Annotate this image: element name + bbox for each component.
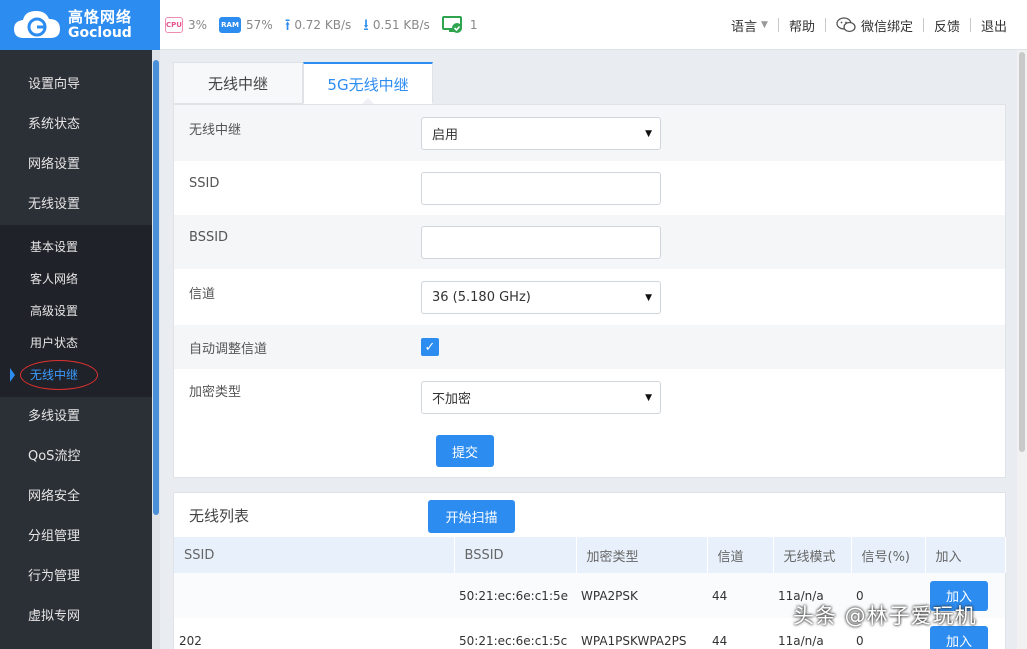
tab-5g-wireless-repeater[interactable]: 5G无线中继 xyxy=(303,62,433,104)
upload-arrow-icon: ⭱ xyxy=(284,15,291,34)
download-stat: ⭳ 0.51 KB/s xyxy=(363,17,430,33)
sidebar-item-network-settings[interactable]: 网络设置 xyxy=(0,145,152,185)
brand-logo[interactable]: 高恪网络 Gocloud xyxy=(0,0,160,50)
column-header-join: 加入 xyxy=(925,537,1006,573)
cell-channel: 44 xyxy=(707,573,773,618)
bssid-label: BSSID xyxy=(189,229,229,245)
wireless-submenu: 基本设置 客人网络 高级设置 用户状态 无线中继 xyxy=(0,225,152,397)
ram-value: 57% xyxy=(246,18,273,32)
auto-channel-checkbox[interactable]: ✓ xyxy=(421,338,439,356)
help-link[interactable]: 帮助 xyxy=(779,16,825,35)
dropdown-arrow-icon: ▼ xyxy=(645,392,652,403)
cloud-logo-icon xyxy=(14,11,60,38)
watermark: 头条 @林子爱玩机 xyxy=(793,604,977,628)
brand-name-en: Gocloud xyxy=(68,24,132,41)
sidebar-subitem-guest[interactable]: 客人网络 xyxy=(0,263,152,295)
monitor-check-icon xyxy=(441,16,462,33)
download-arrow-icon: ⭳ xyxy=(363,15,369,34)
page-scroll-thumb[interactable] xyxy=(1019,52,1025,452)
sidebar: 设置向导 系统状态 网络设置 无线设置 基本设置 客人网络 高级设置 用户状态 … xyxy=(0,50,152,649)
wireless-list-title: 无线列表 xyxy=(189,506,250,525)
encryption-row: 加密类型 不加密 ▼ xyxy=(174,369,1005,425)
channel-row: 信道 36 (5.180 GHz) ▼ xyxy=(174,269,1005,325)
ssid-input[interactable] xyxy=(421,171,661,205)
upload-value: 0.72 KB/s xyxy=(294,18,352,32)
auto-channel-row: 自动调整信道 ✓ xyxy=(174,325,1005,369)
dropdown-arrow-icon: ▼ xyxy=(645,128,652,139)
devices-stat[interactable]: 1 xyxy=(441,16,478,34)
cell-bssid: 50:21:ec:6e:c1:5c xyxy=(454,618,576,649)
sidebar-item-vpn[interactable]: 虚拟专网 xyxy=(0,597,152,637)
upload-stat: ⭱ 0.72 KB/s xyxy=(285,17,352,33)
sidebar-item-qos[interactable]: QoS流控 xyxy=(0,437,152,477)
cpu-value: 3% xyxy=(188,18,208,32)
logout-link[interactable]: 退出 xyxy=(971,16,1017,35)
sidebar-subitem-advanced[interactable]: 高级设置 xyxy=(0,295,152,327)
column-header-signal[interactable]: 信号(%) xyxy=(851,537,926,573)
tab-wireless-repeater[interactable]: 无线中继 xyxy=(173,62,303,104)
top-bar: 高恪网络 Gocloud CPU 3% RAM 57% ⭱ 0.72 KB/s … xyxy=(0,0,1027,50)
sidebar-scrollbar[interactable] xyxy=(152,50,160,649)
channel-label: 信道 xyxy=(189,286,216,302)
sidebar-subitem-repeater[interactable]: 无线中继 xyxy=(0,359,152,391)
wireless-list-table: SSID BSSID 加密类型 信道 无线模式 信号(%) 加入 50:21:e… xyxy=(174,537,1006,649)
ssid-label: SSID xyxy=(189,175,220,191)
cell-ssid: 202 xyxy=(174,618,454,649)
system-stats: CPU 3% RAM 57% ⭱ 0.72 KB/s ⭳ 0.51 KB/s 1 xyxy=(165,0,489,50)
sidebar-item-system-status[interactable]: 系统状态 xyxy=(0,105,152,145)
repeater-label: 无线中继 xyxy=(189,122,242,138)
encryption-select[interactable]: 不加密 ▼ xyxy=(421,380,661,414)
bssid-input[interactable] xyxy=(421,225,661,259)
repeater-form: 无线中继 启用 ▼ SSID BSSID 信道 36 (5.180 GHz) ▼… xyxy=(173,104,1006,478)
submit-button[interactable]: 提交 xyxy=(436,435,494,467)
dropdown-arrow-icon: ▼ xyxy=(645,292,652,303)
sidebar-item-security[interactable]: 网络安全 xyxy=(0,477,152,517)
cell-encryption: WPA2PSK xyxy=(576,573,707,618)
table-header: SSID BSSID 加密类型 信道 无线模式 信号(%) 加入 xyxy=(174,537,1006,573)
red-highlight-circle xyxy=(20,360,98,390)
cell-channel: 44 xyxy=(707,618,773,649)
cell-encryption: WPA1PSKWPA2PS xyxy=(576,618,707,649)
column-header-ssid[interactable]: SSID xyxy=(174,537,455,573)
cell-bssid: 50:21:ec:6e:c1:5e xyxy=(454,573,576,618)
cpu-icon: CPU xyxy=(165,17,183,33)
sidebar-item-groups[interactable]: 分组管理 xyxy=(0,517,152,557)
sidebar-subitem-basic[interactable]: 基本设置 xyxy=(0,231,152,263)
channel-select[interactable]: 36 (5.180 GHz) ▼ xyxy=(421,280,661,314)
ram-icon: RAM xyxy=(219,17,242,33)
wechat-bind-link[interactable]: 微信绑定 xyxy=(826,16,923,35)
column-header-mode[interactable]: 无线模式 xyxy=(773,537,852,573)
language-menu[interactable]: 语言 ▼ xyxy=(721,16,778,35)
ram-stat: RAM 57% xyxy=(219,17,273,33)
cpu-stat: CPU 3% xyxy=(165,17,207,33)
sidebar-item-behavior[interactable]: 行为管理 xyxy=(0,557,152,597)
sidebar-scroll-thumb[interactable] xyxy=(153,60,159,515)
page-scrollbar[interactable] xyxy=(1017,50,1027,649)
feedback-link[interactable]: 反馈 xyxy=(924,16,970,35)
auto-channel-label: 自动调整信道 xyxy=(189,341,268,357)
wechat-icon xyxy=(836,17,856,33)
repeater-row: 无线中继 启用 ▼ xyxy=(174,105,1005,161)
caret-down-icon: ▼ xyxy=(761,20,768,30)
start-scan-button[interactable]: 开始扫描 xyxy=(428,500,515,533)
encryption-label: 加密类型 xyxy=(189,384,242,400)
cell-ssid xyxy=(174,573,454,618)
sidebar-item-multi-wan[interactable]: 多线设置 xyxy=(0,397,152,437)
tab-bar: 无线中继 5G无线中继 xyxy=(173,62,433,104)
sidebar-item-setup-wizard[interactable]: 设置向导 xyxy=(0,65,152,105)
top-nav: 语言 ▼ 帮助 微信绑定 反馈 退出 xyxy=(721,0,1017,50)
brand-name-cn: 高恪网络 xyxy=(68,7,133,26)
column-header-channel[interactable]: 信道 xyxy=(707,537,774,573)
repeater-select[interactable]: 启用 ▼ xyxy=(421,116,661,150)
bssid-row: BSSID xyxy=(174,215,1005,269)
devices-count: 1 xyxy=(469,18,478,32)
sidebar-item-wireless-settings[interactable]: 无线设置 xyxy=(0,185,152,225)
download-value: 0.51 KB/s xyxy=(372,18,430,32)
column-header-bssid[interactable]: BSSID xyxy=(454,537,577,573)
ssid-row: SSID xyxy=(174,161,1005,215)
column-header-encryption[interactable]: 加密类型 xyxy=(576,537,708,573)
sidebar-subitem-user-status[interactable]: 用户状态 xyxy=(0,327,152,359)
